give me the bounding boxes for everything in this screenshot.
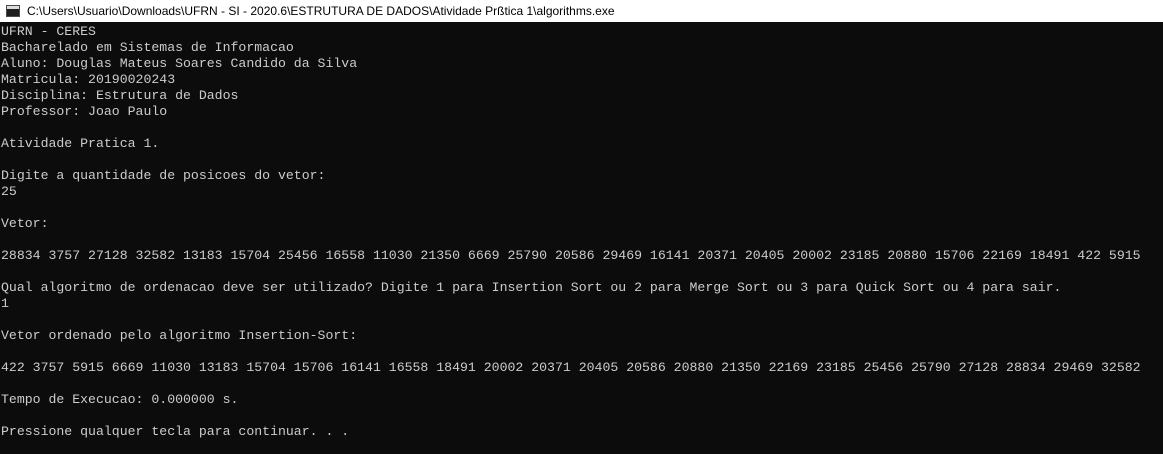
console-line: 25 bbox=[1, 184, 17, 199]
console-line: Disciplina: Estrutura de Dados bbox=[1, 88, 239, 103]
console-app-icon[interactable] bbox=[6, 5, 20, 17]
console-line: Atividade Pratica 1. bbox=[1, 136, 160, 151]
console-line: Pressione qualquer tecla para continuar.… bbox=[1, 424, 350, 439]
title-bar[interactable]: C:\Users\Usuario\Downloads\UFRN - SI - 2… bbox=[0, 0, 1163, 22]
console-line: Digite a quantidade de posicoes do vetor… bbox=[1, 168, 326, 183]
console-line: UFRN - CERES bbox=[1, 24, 96, 39]
console-line: Qual algoritmo de ordenacao deve ser uti… bbox=[1, 280, 1062, 295]
window-title: C:\Users\Usuario\Downloads\UFRN - SI - 2… bbox=[27, 4, 615, 18]
console-line: 28834 3757 27128 32582 13183 15704 25456… bbox=[1, 248, 1141, 263]
console-line: Professor: Joao Paulo bbox=[1, 104, 168, 119]
console-line: Tempo de Execucao: 0.000000 s. bbox=[1, 392, 239, 407]
console-line: Vetor: bbox=[1, 216, 49, 231]
console-line: Matricula: 20190020243 bbox=[1, 72, 176, 87]
console-line: Vetor ordenado pelo algoritmo Insertion-… bbox=[1, 328, 358, 343]
console-line: Bacharelado em Sistemas de Informacao bbox=[1, 40, 294, 55]
console-line: 422 3757 5915 6669 11030 13183 15704 157… bbox=[1, 360, 1141, 375]
console-line: 1 bbox=[1, 296, 9, 311]
console-window: C:\Users\Usuario\Downloads\UFRN - SI - 2… bbox=[0, 0, 1163, 454]
console-line: Aluno: Douglas Mateus Soares Candido da … bbox=[1, 56, 358, 71]
console-output[interactable]: UFRN - CERES Bacharelado em Sistemas de I… bbox=[1, 22, 1163, 454]
